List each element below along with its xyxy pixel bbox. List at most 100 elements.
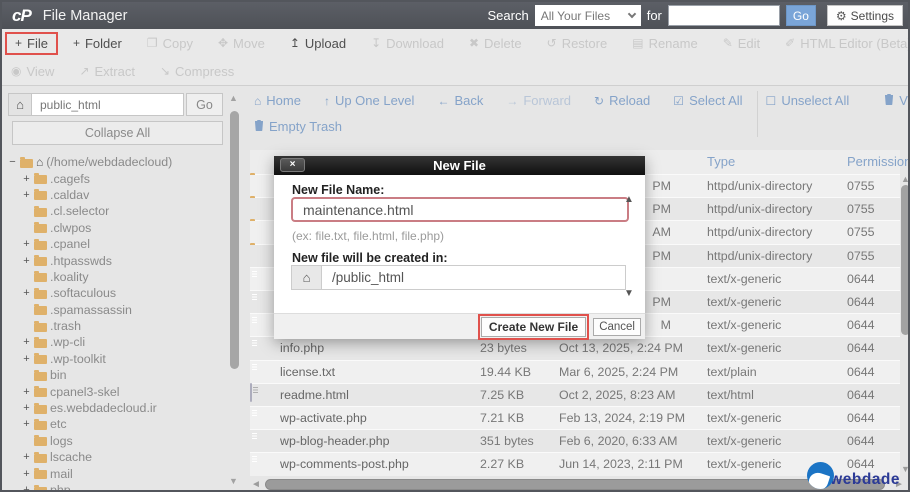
new-file-modal: New File × New File Name: (ex: file.txt,… (274, 156, 645, 340)
expand-toggle[interactable]: + (22, 468, 31, 480)
rename-icon: ▤ (632, 36, 644, 50)
file-button[interactable]: + File (5, 31, 58, 55)
tree-item[interactable]: + .cpanel (8, 236, 224, 252)
search-scope-select[interactable]: All Your Files (534, 5, 641, 26)
folder-button-label: Folder (84, 35, 122, 51)
new-file-name-label: New File Name: (292, 183, 385, 197)
expand-toggle[interactable]: + (22, 386, 31, 398)
sidebar-go-button[interactable]: Go (186, 93, 223, 116)
expand-toggle[interactable]: + (22, 402, 31, 414)
table-vertical-scrollbar-thumb[interactable] (901, 185, 908, 335)
expand-toggle[interactable]: + (22, 173, 31, 185)
sidebar-scroll-down-arrow[interactable]: ▼ (229, 476, 238, 486)
cell-modified: Oct 13, 2025, 2:24 PM (559, 341, 683, 356)
path-home-button[interactable]: ⌂ (291, 265, 321, 290)
tree-item[interactable]: + lscache (8, 449, 224, 465)
tree-item[interactable]: .cl.selector (8, 203, 224, 219)
table-row[interactable]: license.txt 19.44 KB Mar 6, 2025, 2:24 P… (250, 359, 900, 383)
sidebar-scrollbar-thumb[interactable] (230, 111, 239, 369)
cell-size: 2.27 KB (480, 457, 525, 472)
nav-home[interactable]: ⌂ Home (254, 93, 301, 108)
html-editor-button-label: HTML Editor (Beta) (800, 35, 910, 51)
table-row[interactable]: wp-blog-header.php 351 bytes Feb 6, 2020… (250, 429, 900, 453)
expand-toggle[interactable]: + (22, 484, 31, 490)
modal-scroll-up-arrow[interactable]: ▲ (624, 194, 634, 205)
search-input[interactable] (667, 5, 780, 26)
table-row[interactable]: wp-comments-post.php 2.27 KB Jun 14, 202… (250, 452, 900, 476)
tree-item[interactable]: .koality (8, 269, 224, 285)
tree-item[interactable]: + php (8, 482, 224, 490)
tree-item[interactable]: + etc (8, 416, 224, 432)
expand-toggle[interactable]: + (22, 287, 31, 299)
folder-button[interactable]: + Folder (71, 33, 124, 54)
tree-item[interactable]: .trash (8, 318, 224, 334)
table-row[interactable]: wp-activate.php 7.21 KB Feb 13, 2024, 2:… (250, 406, 900, 430)
expand-toggle[interactable]: + (22, 336, 31, 348)
sidebar-home-button[interactable]: ⌂ (8, 93, 32, 116)
nav-unselect-all[interactable]: ☐ Unselect All (766, 93, 850, 108)
tree-item[interactable]: + cpanel3-skel (8, 383, 224, 399)
tree-item[interactable]: + .wp-toolkit (8, 351, 224, 367)
nav-up-one-level-label: Up One Level (334, 93, 415, 108)
collapse-toggle[interactable]: − (8, 156, 17, 168)
folder-icon (34, 353, 47, 365)
sidebar-scroll-up-arrow[interactable]: ▲ (229, 93, 238, 103)
delete-button: ✖ Delete (467, 33, 524, 54)
expand-toggle[interactable]: + (22, 451, 31, 463)
nav-select-all[interactable]: ☑ Select All (673, 93, 742, 108)
tree-item[interactable]: + .caldav (8, 187, 224, 203)
table-scroll-left-arrow[interactable]: ◄ (251, 479, 261, 490)
collapse-all-button[interactable]: Collapse All (12, 121, 223, 145)
expand-toggle[interactable]: + (22, 353, 31, 365)
sidebar-path-input[interactable] (31, 93, 184, 116)
download-button: ↧ Download (369, 33, 446, 54)
cell-size: 19.44 KB (480, 364, 531, 379)
tree-item[interactable]: + mail (8, 465, 224, 481)
edit-button-label: Edit (737, 35, 761, 51)
toolbar: + File + Folder ❐ Copy ✥ Move ↥ Upload ↧… (2, 29, 908, 86)
cell-name: license.txt (280, 364, 336, 379)
cancel-button[interactable]: Cancel (593, 317, 641, 336)
plus-icon: + (72, 36, 80, 50)
nav-up-one-level[interactable]: ↑ Up One Level (324, 93, 415, 108)
tree-item[interactable]: + .htpasswds (8, 252, 224, 268)
table-scroll-down-arrow[interactable]: ▼ (901, 464, 908, 474)
tree-item-label: logs (50, 433, 73, 448)
cell-permissions: 0644 (847, 341, 875, 356)
table-horizontal-scrollbar-thumb[interactable] (265, 479, 885, 490)
tree-item[interactable]: .spamassassin (8, 302, 224, 318)
expand-toggle[interactable]: + (22, 238, 31, 250)
new-file-name-input[interactable] (291, 197, 629, 222)
path-input[interactable] (321, 265, 626, 290)
expand-toggle[interactable]: + (22, 418, 31, 430)
tree-item[interactable]: + es.webdadecloud.ir (8, 400, 224, 416)
nav-reload[interactable]: ↻ Reload (594, 93, 650, 108)
cell-name: wp-comments-post.php (280, 457, 409, 472)
create-new-file-button[interactable]: Create New File (480, 316, 587, 337)
folder-icon (34, 435, 47, 447)
expand-toggle[interactable]: + (22, 255, 31, 267)
tree-item[interactable]: + .cagefs (8, 170, 224, 186)
search-go-button[interactable]: Go (785, 5, 816, 26)
column-header-type[interactable]: Type (707, 150, 735, 174)
table-row[interactable]: readme.html 7.25 KB Oct 2, 2025, 8:23 AM… (250, 382, 900, 406)
modal-scroll-down-arrow[interactable]: ▼ (624, 288, 634, 299)
nav-view-trash[interactable]: View Trash (884, 93, 908, 108)
settings-button[interactable]: ⚙ Settings (826, 5, 903, 26)
tree-item[interactable]: .clwpos (8, 220, 224, 236)
nav-empty-trash[interactable]: Empty Trash (254, 119, 342, 134)
upload-button-label: Upload (304, 35, 347, 51)
tree-root-item[interactable]: − ⌂ (/home/webdadecloud) (8, 154, 224, 170)
table-row[interactable]: info.php 23 bytes Oct 13, 2025, 2:24 PM … (250, 336, 900, 360)
upload-button[interactable]: ↥ Upload (288, 33, 348, 54)
close-button[interactable]: × (280, 158, 305, 172)
table-scroll-up-arrow[interactable]: ▲ (901, 174, 908, 184)
tree-item[interactable]: + .wp-cli (8, 334, 224, 350)
nav-back[interactable]: ← Back (437, 93, 483, 108)
tree-item[interactable]: logs (8, 433, 224, 449)
column-header-permissions[interactable]: Permissions (847, 150, 908, 174)
tree-item[interactable]: + .softaculous (8, 285, 224, 301)
file-button-label: File (27, 35, 48, 51)
tree-item[interactable]: bin (8, 367, 224, 383)
expand-toggle[interactable]: + (22, 189, 31, 201)
